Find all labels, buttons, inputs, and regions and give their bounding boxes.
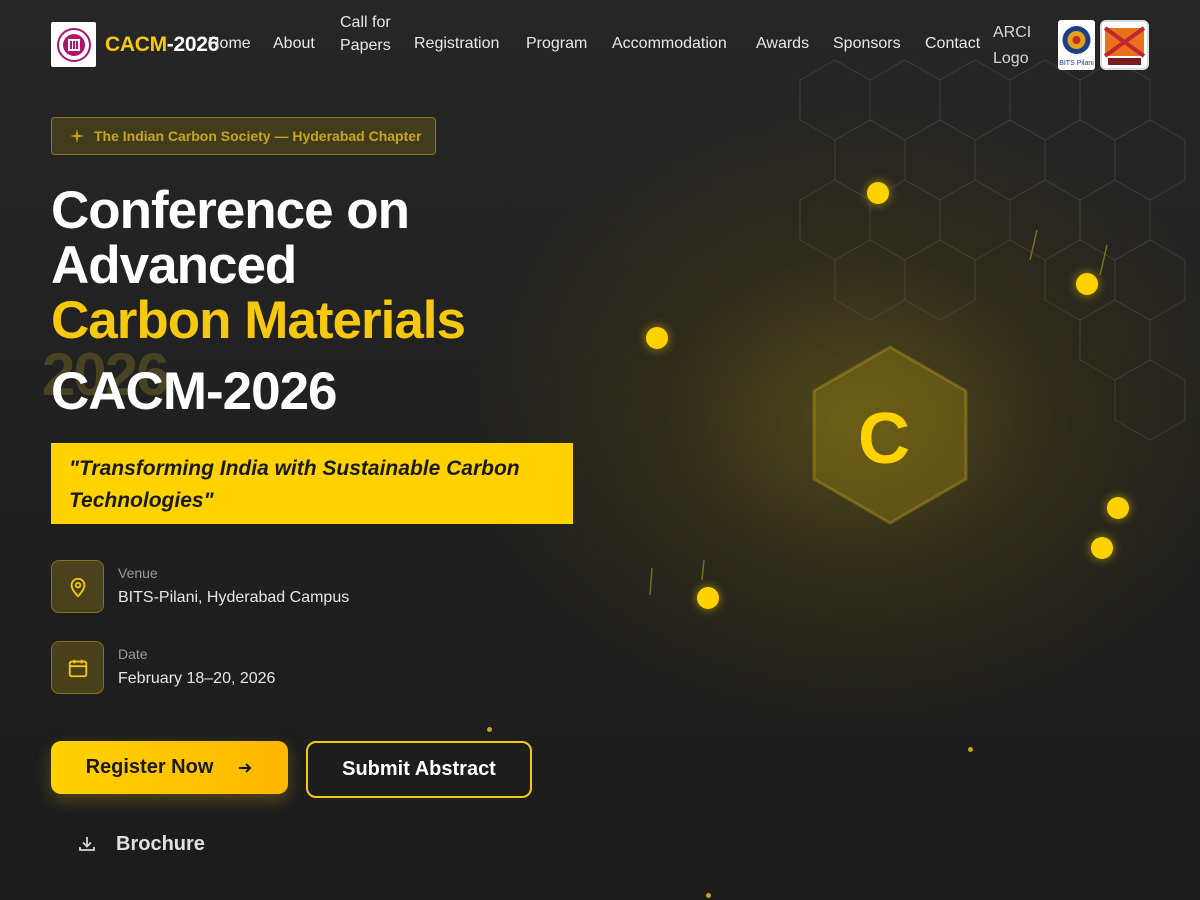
- particle-dot-small: [487, 727, 492, 732]
- nav-registration[interactable]: Registration: [414, 35, 499, 53]
- bits-pilani-logo[interactable]: BITS Pilani: [1058, 20, 1095, 70]
- date-icon-box: [51, 641, 104, 694]
- venue-value: BITS-Pilani, Hyderabad Campus: [118, 589, 350, 606]
- carbon-symbol: C: [858, 399, 910, 479]
- society-badge: The Indian Carbon Society — Hyderabad Ch…: [51, 117, 436, 155]
- birla-carbon-logo[interactable]: [1100, 20, 1149, 70]
- particle-dot: [697, 587, 719, 609]
- nav-contact[interactable]: Contact: [925, 35, 980, 53]
- title-line-3: Carbon Materials: [51, 291, 466, 350]
- conference-title: Conference on Advanced Carbon Materials: [51, 181, 466, 350]
- arrow-right-icon: [239, 762, 252, 773]
- conference-acronym: CACM-2026: [51, 362, 338, 421]
- society-emblem-icon: [56, 27, 91, 62]
- particle-dot-small: [706, 893, 711, 898]
- nav-program[interactable]: Program: [526, 35, 587, 53]
- map-pin-icon: [70, 577, 85, 597]
- bits-logo-text: BITS Pilani: [1059, 60, 1094, 67]
- date-value: February 18–20, 2026: [118, 670, 276, 687]
- register-now-button[interactable]: Register Now: [51, 741, 288, 794]
- download-icon: [79, 837, 95, 851]
- particle-dot-small: [968, 747, 973, 752]
- nav-home[interactable]: Home: [208, 35, 251, 53]
- particle-dot: [1107, 497, 1129, 519]
- particle-dot: [867, 182, 889, 204]
- venue-icon-box: [51, 560, 104, 613]
- sparkle-icon: [70, 129, 84, 143]
- arci-logo[interactable]: ARCI Logo: [993, 20, 1053, 70]
- submit-abstract-button[interactable]: Submit Abstract: [306, 741, 532, 798]
- birla-emblem-icon: [1103, 26, 1146, 65]
- calendar-icon: [68, 659, 87, 677]
- register-button-label: Register Now: [85, 756, 214, 778]
- nav-awards[interactable]: Awards: [756, 35, 809, 53]
- ics-logo[interactable]: [51, 22, 96, 67]
- particle-dot: [1091, 537, 1113, 559]
- particle-dot: [1076, 273, 1098, 295]
- title-line-2: Advanced: [51, 236, 297, 295]
- date-label: Date: [118, 646, 148, 662]
- nav-sponsors[interactable]: Sponsors: [833, 35, 901, 53]
- badge-text: The Indian Carbon Society — Hyderabad Ch…: [94, 128, 422, 144]
- submit-abstract-label: Submit Abstract: [342, 758, 496, 780]
- brochure-label: Brochure: [116, 832, 205, 855]
- particle-dot: [646, 327, 668, 349]
- brand-acronym: CACM: [105, 33, 167, 56]
- brand-name[interactable]: CACM-2026: [105, 33, 219, 57]
- nav-call-for-papers[interactable]: Call for Papers: [340, 11, 400, 57]
- nav-accommodation[interactable]: Accommodation: [612, 35, 727, 53]
- top-navigation: CACM-2026 Home About Call for Papers Reg…: [0, 0, 1200, 90]
- title-line-1: Conference on: [51, 181, 410, 240]
- brochure-download-button[interactable]: Brochure: [78, 830, 205, 858]
- venue-label: Venue: [118, 565, 158, 581]
- nav-about[interactable]: About: [273, 35, 315, 53]
- conference-tagline: "Transforming India with Sustainable Car…: [51, 443, 573, 524]
- bits-emblem-icon: BITS Pilani: [1059, 26, 1094, 67]
